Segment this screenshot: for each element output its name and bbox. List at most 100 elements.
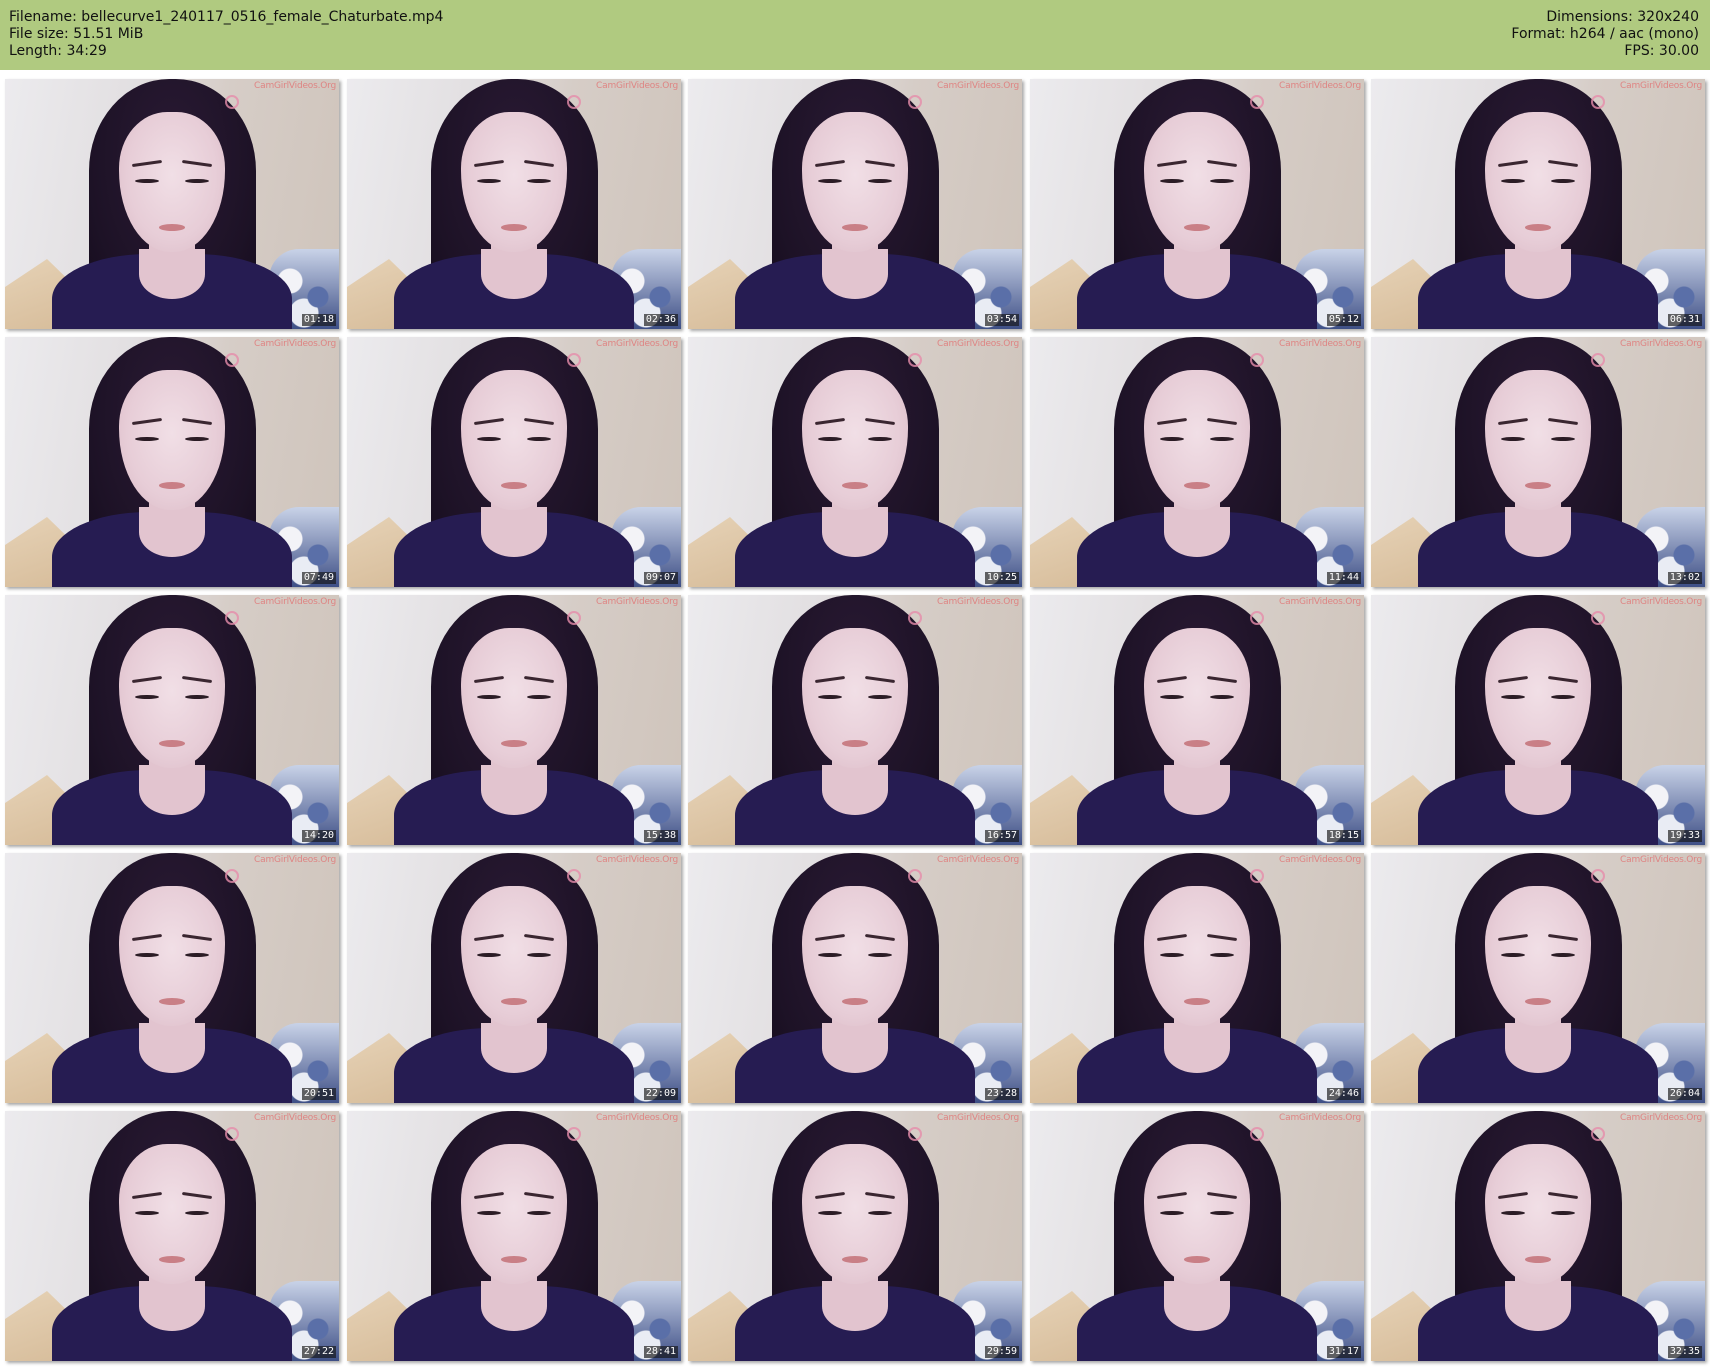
frame-eye	[1551, 179, 1575, 183]
frame-eye	[1210, 437, 1234, 441]
flower-icon	[567, 1127, 581, 1141]
frame-neckline	[821, 1281, 889, 1331]
frame-eye	[1501, 953, 1525, 957]
frame-lips	[158, 740, 186, 747]
frame-eye	[1501, 1211, 1525, 1215]
timestamp-label: 22:09	[643, 1088, 678, 1100]
frame-lips	[158, 1256, 186, 1263]
flower-icon	[908, 611, 922, 625]
header-right-info: Dimensions: 320x240 Format: h264 / aac (…	[1511, 9, 1699, 60]
frame-eye	[1551, 437, 1575, 441]
frame-neckline	[821, 507, 889, 557]
watermark-text: CamGirlVideos.Org	[937, 855, 1019, 865]
frame-lips	[1183, 1256, 1211, 1263]
watermark-text: CamGirlVideos.Org	[1620, 855, 1702, 865]
frame-neckline	[138, 249, 206, 299]
thumbnail-frame: CamGirlVideos.Org 16:57	[688, 595, 1022, 845]
frame-eye	[185, 953, 209, 957]
flower-icon	[567, 95, 581, 109]
frame-eye	[135, 179, 159, 183]
watermark-text: CamGirlVideos.Org	[1620, 597, 1702, 607]
frame-lips	[1183, 740, 1211, 747]
watermark-text: CamGirlVideos.Org	[1279, 597, 1361, 607]
thumbnail-frame: CamGirlVideos.Org 01:18	[5, 79, 339, 329]
frame-neckline	[1504, 507, 1572, 557]
watermark-text: CamGirlVideos.Org	[937, 81, 1019, 91]
frame-lips	[1183, 482, 1211, 489]
filesize-text: File size: 51.51 MiB	[9, 26, 144, 42]
frame-neckline	[1163, 765, 1231, 815]
timestamp-label: 32:35	[1667, 1346, 1702, 1358]
frame-eye	[1210, 1211, 1234, 1215]
frame-eye	[477, 953, 501, 957]
frame-lips	[841, 740, 869, 747]
flower-icon	[908, 95, 922, 109]
frame-eye	[527, 1211, 551, 1215]
thumbnail-frame: CamGirlVideos.Org 19:33	[1371, 595, 1705, 845]
frame-eye	[135, 1211, 159, 1215]
thumbnail-frame: CamGirlVideos.Org 03:54	[688, 79, 1022, 329]
frame-lips	[158, 482, 186, 489]
timestamp-label: 07:49	[301, 572, 336, 584]
watermark-text: CamGirlVideos.Org	[937, 339, 1019, 349]
watermark-text: CamGirlVideos.Org	[1620, 81, 1702, 91]
watermark-text: CamGirlVideos.Org	[1279, 339, 1361, 349]
frame-eye	[135, 437, 159, 441]
frame-neckline	[1504, 249, 1572, 299]
timestamp-label: 11:44	[1326, 572, 1361, 584]
frame-eye	[185, 437, 209, 441]
frame-lips	[500, 998, 528, 1005]
thumbnail-frame: CamGirlVideos.Org 09:07	[347, 337, 681, 587]
timestamp-label: 16:57	[984, 830, 1019, 842]
thumbnail-frame: CamGirlVideos.Org 14:20	[5, 595, 339, 845]
timestamp-label: 05:12	[1326, 314, 1361, 326]
thumbnail-frame: CamGirlVideos.Org 11:44	[1030, 337, 1364, 587]
thumbnail-frame: CamGirlVideos.Org 02:36	[347, 79, 681, 329]
watermark-text: CamGirlVideos.Org	[254, 597, 336, 607]
watermark-text: CamGirlVideos.Org	[1279, 855, 1361, 865]
frame-eye	[1160, 953, 1184, 957]
flower-icon	[1591, 611, 1605, 625]
dimensions-text: Dimensions: 320x240	[1546, 9, 1699, 25]
frame-eye	[1160, 695, 1184, 699]
watermark-text: CamGirlVideos.Org	[254, 1113, 336, 1123]
flower-icon	[1250, 869, 1264, 883]
frame-eye	[1501, 695, 1525, 699]
frame-neckline	[1504, 765, 1572, 815]
timestamp-label: 29:59	[984, 1346, 1019, 1358]
frame-eye	[1551, 695, 1575, 699]
frame-lips	[1524, 740, 1552, 747]
frame-eye	[527, 953, 551, 957]
frame-lips	[1183, 224, 1211, 231]
frame-eye	[868, 953, 892, 957]
watermark-text: CamGirlVideos.Org	[254, 855, 336, 865]
thumbnail-frame: CamGirlVideos.Org 24:46	[1030, 853, 1364, 1103]
timestamp-label: 03:54	[984, 314, 1019, 326]
thumbnail-frame: CamGirlVideos.Org 06:31	[1371, 79, 1705, 329]
frame-neckline	[1163, 249, 1231, 299]
thumbnail-frame: CamGirlVideos.Org 18:15	[1030, 595, 1364, 845]
frame-eye	[1160, 179, 1184, 183]
frame-eye	[135, 695, 159, 699]
timestamp-label: 24:46	[1326, 1088, 1361, 1100]
frame-eye	[185, 179, 209, 183]
frame-neckline	[138, 507, 206, 557]
watermark-text: CamGirlVideos.Org	[254, 339, 336, 349]
frame-neckline	[480, 1281, 548, 1331]
flower-icon	[1591, 353, 1605, 367]
timestamp-label: 06:31	[1667, 314, 1702, 326]
thumbnail-frame: CamGirlVideos.Org 28:41	[347, 1111, 681, 1361]
header-left-info: Filename: bellecurve1_240117_0516_female…	[9, 9, 443, 60]
watermark-text: CamGirlVideos.Org	[1279, 1113, 1361, 1123]
frame-eye	[818, 1211, 842, 1215]
frame-eye	[477, 1211, 501, 1215]
thumbnail-frame: CamGirlVideos.Org 26:04	[1371, 853, 1705, 1103]
frame-eye	[1210, 953, 1234, 957]
thumbnail-frame: CamGirlVideos.Org 23:28	[688, 853, 1022, 1103]
timestamp-label: 20:51	[301, 1088, 336, 1100]
flower-icon	[567, 353, 581, 367]
flower-icon	[1591, 95, 1605, 109]
frame-neckline	[821, 1023, 889, 1073]
frame-eye	[818, 179, 842, 183]
timestamp-label: 10:25	[984, 572, 1019, 584]
